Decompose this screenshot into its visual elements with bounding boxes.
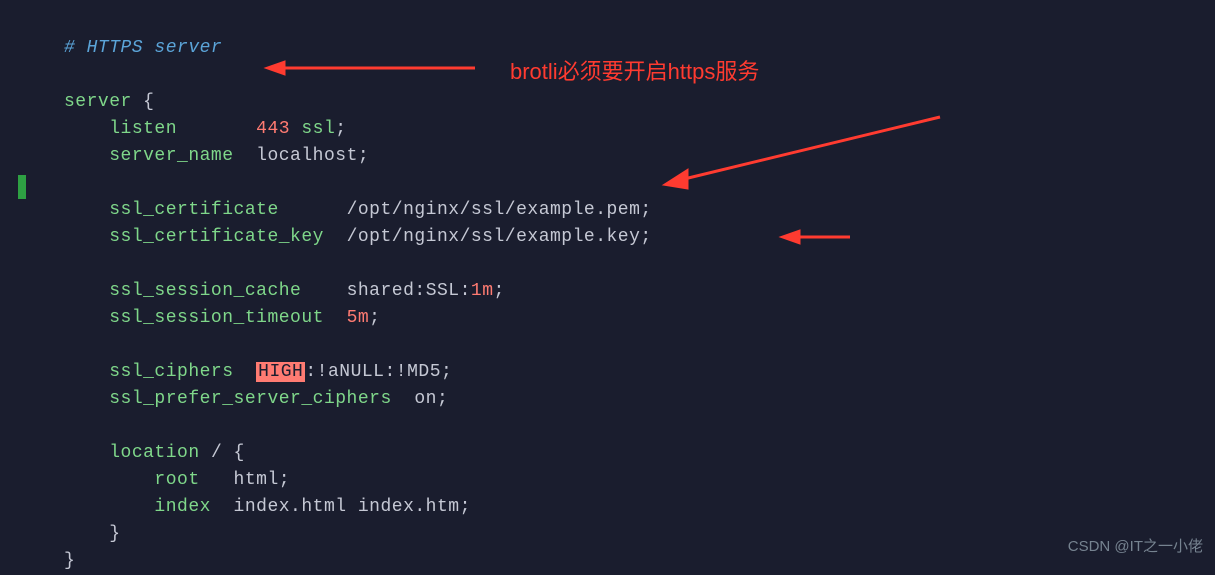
watermark: CSDN @IT之一小佬: [1068, 536, 1203, 559]
kw-location: location: [109, 443, 199, 463]
kw-server: server: [64, 92, 132, 112]
code-block: # HTTPS server server { listen 443 ssl; …: [0, 0, 1215, 575]
kw-ssl-prefer: ssl_prefer_server_ciphers: [109, 389, 392, 409]
comment-line: # HTTPS server: [64, 38, 222, 58]
kw-ssl-session-timeout: ssl_session_timeout: [109, 308, 324, 328]
highlight-HIGH: HIGH: [256, 362, 305, 382]
kw-ssl-session-cache: ssl_session_cache: [109, 281, 301, 301]
kw-index: index: [154, 497, 211, 517]
gutter-mark: [18, 175, 26, 199]
brace-close-outer: }: [64, 551, 75, 571]
kw-ssl-ciphers: ssl_ciphers: [109, 362, 233, 382]
kw-ssl-cert-key: ssl_certificate_key: [109, 227, 324, 247]
kw-ssl-cert: ssl_certificate: [109, 200, 279, 220]
kw-listen: listen: [109, 119, 177, 139]
kw-root: root: [154, 470, 199, 490]
brace-close-inner: }: [109, 524, 120, 544]
kw-server-name: server_name: [109, 146, 233, 166]
